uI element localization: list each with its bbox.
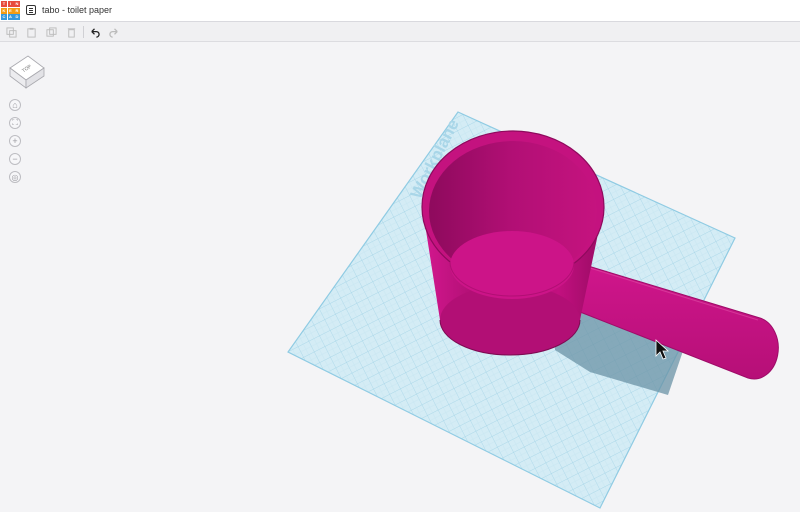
copy-icon [5,26,17,38]
delete-icon [67,27,75,38]
edit-toolbar [0,22,800,42]
title-bar: TIN KER CAD tabo - toilet paper [0,0,800,22]
undo-icon [90,27,100,38]
redo-icon [108,27,118,38]
logo-tile: E [7,7,14,14]
logo-tile: I [7,1,14,7]
redo-button[interactable] [107,25,121,39]
delete-button[interactable] [64,25,78,39]
logo-tile: C [1,14,7,20]
logo-tile: N [14,1,20,7]
3d-viewport[interactable]: Workplane [0,42,800,512]
duplicate-button[interactable] [44,25,58,39]
paste-icon [26,27,36,38]
logo-tile: K [1,7,7,14]
undo-button[interactable] [87,25,101,39]
copy-button[interactable] [4,25,18,39]
tinkercad-logo[interactable]: TIN KER CAD [1,1,20,20]
design-title[interactable]: tabo - toilet paper [42,5,112,15]
duplicate-icon [45,26,57,37]
paste-button[interactable] [24,25,38,39]
design-menu-icon[interactable] [26,5,36,15]
logo-tile: D [14,14,20,20]
logo-tile: R [14,7,20,14]
logo-tile: A [7,14,14,20]
logo-tile: T [1,1,7,7]
toolbar-separator [83,26,84,38]
